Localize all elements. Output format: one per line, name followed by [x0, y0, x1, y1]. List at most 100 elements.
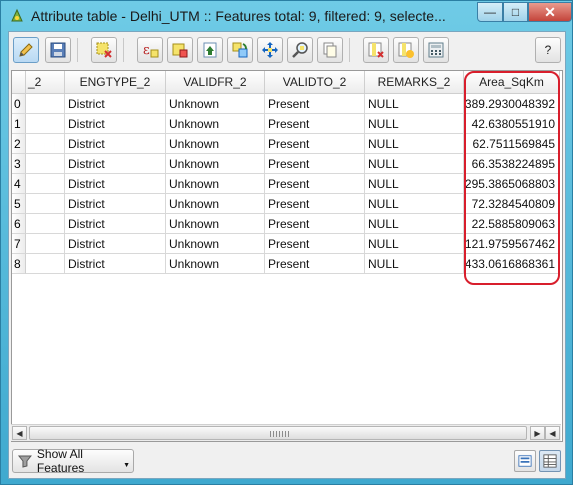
row-header[interactable]: 8 [12, 254, 26, 274]
table-cell[interactable]: Present [265, 194, 365, 214]
delete-column-button[interactable] [363, 37, 389, 63]
table-cell[interactable] [26, 254, 65, 274]
table-cell[interactable]: 22.5885809063 [464, 214, 560, 234]
column-header[interactable]: ENGTYPE_2 [65, 71, 166, 94]
table-cell[interactable]: District [65, 154, 166, 174]
table-cell[interactable]: Unknown [166, 134, 265, 154]
table-cell[interactable]: 62.7511569845 [464, 134, 560, 154]
minimize-button[interactable]: — [477, 2, 503, 22]
table-cell[interactable]: Unknown [166, 194, 265, 214]
table-cell[interactable]: District [65, 174, 166, 194]
horizontal-scrollbar[interactable]: ◀ ▶ ◀ [11, 424, 561, 441]
table-cell[interactable] [26, 154, 65, 174]
table-cell[interactable]: Present [265, 214, 365, 234]
column-header[interactable]: VALIDTO_2 [265, 71, 365, 94]
row-header[interactable]: 6 [12, 214, 26, 234]
table-cell[interactable]: 42.6380551910 [464, 114, 560, 134]
maximize-button[interactable]: □ [503, 2, 528, 22]
table-cell[interactable]: Present [265, 134, 365, 154]
column-header[interactable]: VALIDFR_2 [166, 71, 265, 94]
help-button[interactable]: ? [535, 37, 561, 63]
table-cell[interactable]: NULL [365, 234, 464, 254]
move-selection-top-button[interactable] [197, 37, 223, 63]
table-cell[interactable]: Unknown [166, 114, 265, 134]
table-cell[interactable]: Present [265, 154, 365, 174]
table-cell[interactable] [26, 194, 65, 214]
pan-map-to-selection-button[interactable] [257, 37, 283, 63]
column-header[interactable]: REMARKS_2 [365, 71, 464, 94]
table-cell[interactable]: Present [265, 114, 365, 134]
title-bar[interactable]: Attribute table - Delhi_UTM :: Features … [1, 1, 572, 31]
move-to-top-icon [203, 42, 217, 58]
table-cell[interactable]: Unknown [166, 234, 265, 254]
table-cell[interactable]: District [65, 214, 166, 234]
save-edits-button[interactable] [45, 37, 71, 63]
row-header[interactable]: 2 [12, 134, 26, 154]
table-cell[interactable]: 121.9759567462 [464, 234, 560, 254]
row-header[interactable]: 4 [12, 174, 26, 194]
table-cell[interactable] [26, 174, 65, 194]
row-header[interactable]: 7 [12, 234, 26, 254]
scroll-right-button[interactable]: ▶ [530, 426, 545, 440]
qgis-app-icon [9, 8, 25, 24]
field-calculator-button[interactable] [423, 37, 449, 63]
zoom-map-to-selection-button[interactable] [287, 37, 313, 63]
show-features-dropdown[interactable]: Show All Features ▼ [12, 447, 134, 475]
new-column-button[interactable] [393, 37, 419, 63]
table-cell[interactable]: 72.3284540809 [464, 194, 560, 214]
table-cell[interactable]: NULL [365, 94, 464, 114]
table-cell[interactable]: NULL [365, 114, 464, 134]
table-corner [12, 71, 26, 94]
table-cell[interactable]: District [65, 194, 166, 214]
table-cell[interactable]: District [65, 134, 166, 154]
row-header[interactable]: 5 [12, 194, 26, 214]
row-header[interactable]: 1 [12, 114, 26, 134]
table-cell[interactable]: NULL [365, 134, 464, 154]
table-cell[interactable] [26, 214, 65, 234]
table-cell[interactable]: NULL [365, 254, 464, 274]
table-cell[interactable] [26, 94, 65, 114]
table-cell[interactable]: Present [265, 254, 365, 274]
table-cell[interactable]: 433.0616868361 [464, 254, 560, 274]
table-cell[interactable]: NULL [365, 214, 464, 234]
scrollbar-thumb[interactable] [29, 426, 527, 440]
attribute-table[interactable]: _2 ENGTYPE_2 VALIDFR_2 VALIDTO_2 REMARKS_2 Ar… [11, 70, 563, 442]
table-cell[interactable]: NULL [365, 194, 464, 214]
table-cell[interactable]: NULL [365, 174, 464, 194]
table-cell[interactable]: Present [265, 234, 365, 254]
table-cell[interactable]: Unknown [166, 94, 265, 114]
close-button[interactable]: ✕ [528, 2, 572, 22]
column-header[interactable]: _2 [26, 71, 65, 94]
table-cell[interactable] [26, 114, 65, 134]
scroll-far-right-button[interactable]: ◀ [545, 426, 560, 440]
table-cell[interactable]: NULL [365, 154, 464, 174]
table-cell[interactable]: 389.2930048392 [464, 94, 560, 114]
row-header[interactable]: 0 [12, 94, 26, 114]
table-cell[interactable] [26, 134, 65, 154]
table-cell[interactable] [26, 234, 65, 254]
table-cell[interactable]: Unknown [166, 214, 265, 234]
copy-rows-button[interactable] [317, 37, 343, 63]
table-cell[interactable]: Present [265, 94, 365, 114]
table-view-button[interactable] [539, 450, 561, 472]
select-by-expression-button[interactable]: ε [137, 37, 163, 63]
table-cell[interactable]: 295.3865068803 [464, 174, 560, 194]
table-cell[interactable]: Unknown [166, 174, 265, 194]
toggle-editing-button[interactable] [13, 37, 39, 63]
delete-selected-button[interactable] [91, 37, 117, 63]
table-cell[interactable]: District [65, 254, 166, 274]
table-cell[interactable]: Present [265, 174, 365, 194]
column-header[interactable]: Area_SqKm [464, 71, 560, 94]
table-cell[interactable]: District [65, 114, 166, 134]
form-view-button[interactable] [514, 450, 536, 472]
scroll-left-button[interactable]: ◀ [12, 426, 27, 440]
table-cell[interactable]: Unknown [166, 154, 265, 174]
table-cell[interactable]: 66.3538224895 [464, 154, 560, 174]
table-view-icon [543, 454, 557, 468]
table-cell[interactable]: Unknown [166, 254, 265, 274]
table-cell[interactable]: District [65, 234, 166, 254]
row-header[interactable]: 3 [12, 154, 26, 174]
invert-selection-button[interactable] [227, 37, 253, 63]
table-cell[interactable]: District [65, 94, 166, 114]
deselect-all-button[interactable] [167, 37, 193, 63]
